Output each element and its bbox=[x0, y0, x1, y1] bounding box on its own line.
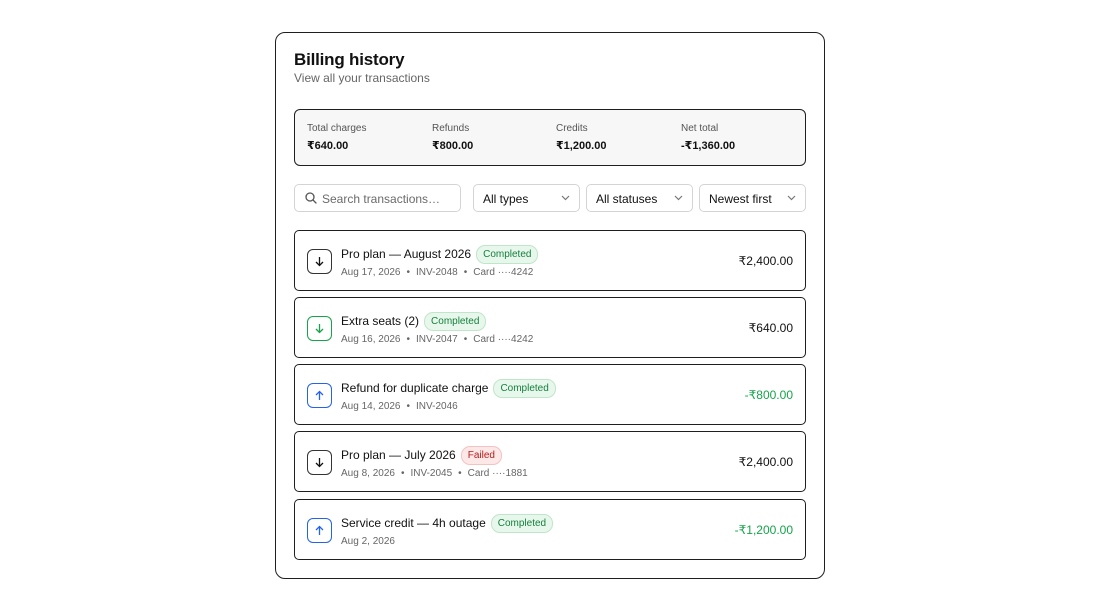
transaction-invoice: INV-2045 bbox=[410, 468, 453, 479]
transaction-payment: Card ····4242 bbox=[473, 334, 534, 345]
summary-value: ₹1,200.00 bbox=[556, 140, 607, 152]
separator-dot: • bbox=[406, 401, 411, 412]
transaction-name: Refund for duplicate charge bbox=[341, 381, 489, 395]
chevron-down-icon bbox=[674, 195, 683, 201]
transaction-title: Extra seats (2) Completed bbox=[341, 312, 487, 331]
transaction-name: Extra seats (2) bbox=[341, 314, 420, 328]
status-badge: Failed bbox=[460, 446, 502, 465]
status-filter-value: All statuses bbox=[596, 192, 658, 206]
transaction-date: Aug 14, 2026 bbox=[341, 401, 401, 412]
arrow-down-icon bbox=[307, 249, 332, 274]
summary-value: ₹640.00 bbox=[307, 140, 349, 152]
transaction-row[interactable]: Extra seats (2) Completed Aug 16, 2026 • IN… bbox=[294, 297, 806, 358]
separator-dot: • bbox=[463, 334, 468, 345]
transaction-amount: -₹1,200.00 bbox=[734, 523, 793, 537]
status-badge: Completed bbox=[490, 514, 554, 533]
status-badge: Completed bbox=[493, 379, 556, 398]
arrow-up-icon bbox=[307, 518, 332, 543]
arrow-down-icon bbox=[307, 450, 332, 475]
transaction-amount: -₹800.00 bbox=[744, 388, 793, 402]
summary-credits: Credits ₹1,200.00 bbox=[556, 123, 606, 152]
type-filter-value: All types bbox=[483, 192, 529, 206]
page-title: Billing history bbox=[294, 50, 405, 69]
transaction-row[interactable]: Pro plan — August 2026 Completed Aug 17, … bbox=[294, 230, 806, 291]
transaction-name: Pro plan — August 2026 bbox=[341, 247, 472, 261]
transaction-date: Aug 2, 2026 bbox=[341, 536, 395, 547]
search-icon bbox=[305, 192, 317, 204]
transaction-date: Aug 17, 2026 bbox=[341, 267, 401, 278]
arrow-down-icon bbox=[307, 316, 332, 341]
transaction-invoice: INV-2047 bbox=[416, 334, 458, 345]
transaction-amount: ₹640.00 bbox=[748, 321, 793, 335]
search-input[interactable] bbox=[322, 190, 456, 207]
transaction-name: Pro plan — July 2026 bbox=[341, 448, 456, 462]
transaction-meta: Aug 8, 2026 • INV-2045 • Card ····1881 bbox=[341, 468, 528, 479]
separator-dot: • bbox=[458, 468, 462, 479]
summary-net-total: Net total -₹1,360.00 bbox=[681, 123, 735, 152]
summary-label: Refunds bbox=[432, 123, 470, 134]
transaction-row[interactable]: Pro plan — July 2026 Failed Aug 8, 2026 • I… bbox=[294, 431, 806, 492]
transaction-title: Pro plan — August 2026 Completed bbox=[341, 245, 539, 264]
transaction-payment: Card ····1881 bbox=[467, 468, 528, 479]
page-subtitle: View all your transactions bbox=[294, 71, 430, 85]
transaction-meta: Aug 17, 2026 • INV-2048 • Card ····4242 bbox=[341, 267, 533, 278]
transaction-invoice: INV-2046 bbox=[416, 401, 458, 412]
summary-value: -₹1,360.00 bbox=[681, 140, 736, 152]
transaction-amount: ₹2,400.00 bbox=[738, 455, 793, 469]
separator-dot: • bbox=[406, 334, 411, 345]
transaction-date: Aug 16, 2026 bbox=[341, 334, 401, 345]
summary-total-charges: Total charges ₹640.00 bbox=[307, 123, 366, 152]
transaction-name: Service credit — 4h outage bbox=[341, 516, 486, 530]
type-filter-select[interactable]: All types bbox=[473, 184, 580, 212]
status-badge: Completed bbox=[476, 245, 539, 264]
status-filter-select[interactable]: All statuses bbox=[586, 184, 693, 212]
transaction-payment: Card ····4242 bbox=[473, 267, 534, 278]
chevron-down-icon bbox=[787, 195, 796, 201]
transaction-title: Pro plan — July 2026 Failed bbox=[341, 446, 502, 465]
summary-panel: Total charges ₹640.00 Refunds ₹800.00 Cr… bbox=[294, 109, 806, 166]
search-box bbox=[294, 184, 461, 212]
summary-value: ₹800.00 bbox=[432, 140, 474, 152]
sort-select[interactable]: Newest first bbox=[699, 184, 806, 212]
transaction-amount: ₹2,400.00 bbox=[738, 254, 793, 268]
billing-history-card: Billing history View all your transactio… bbox=[275, 32, 825, 579]
separator-dot: • bbox=[406, 267, 411, 278]
separator-dot: • bbox=[463, 267, 468, 278]
transaction-meta: Aug 2, 2026 bbox=[341, 536, 395, 547]
transaction-invoice: INV-2048 bbox=[416, 267, 458, 278]
status-badge: Completed bbox=[424, 312, 487, 331]
transaction-title: Refund for duplicate charge Completed bbox=[341, 379, 556, 398]
separator-dot: • bbox=[400, 468, 405, 479]
arrow-up-icon bbox=[307, 383, 332, 408]
transaction-row[interactable]: Service credit — 4h outage Completed Aug … bbox=[294, 499, 806, 560]
transaction-title: Service credit — 4h outage Completed bbox=[341, 514, 554, 533]
transaction-meta: Aug 16, 2026 • INV-2047 • Card ····4242 bbox=[341, 334, 533, 345]
summary-label: Total charges bbox=[307, 123, 367, 134]
summary-refunds: Refunds ₹800.00 bbox=[432, 123, 473, 152]
sort-value: Newest first bbox=[709, 192, 772, 206]
chevron-down-icon bbox=[561, 195, 570, 201]
summary-label: Net total bbox=[681, 123, 719, 134]
summary-label: Credits bbox=[556, 123, 588, 134]
transaction-meta: Aug 14, 2026 • INV-2046 bbox=[341, 401, 458, 412]
transaction-date: Aug 8, 2026 bbox=[341, 468, 395, 479]
transaction-row[interactable]: Refund for duplicate charge Completed Aug… bbox=[294, 364, 806, 425]
